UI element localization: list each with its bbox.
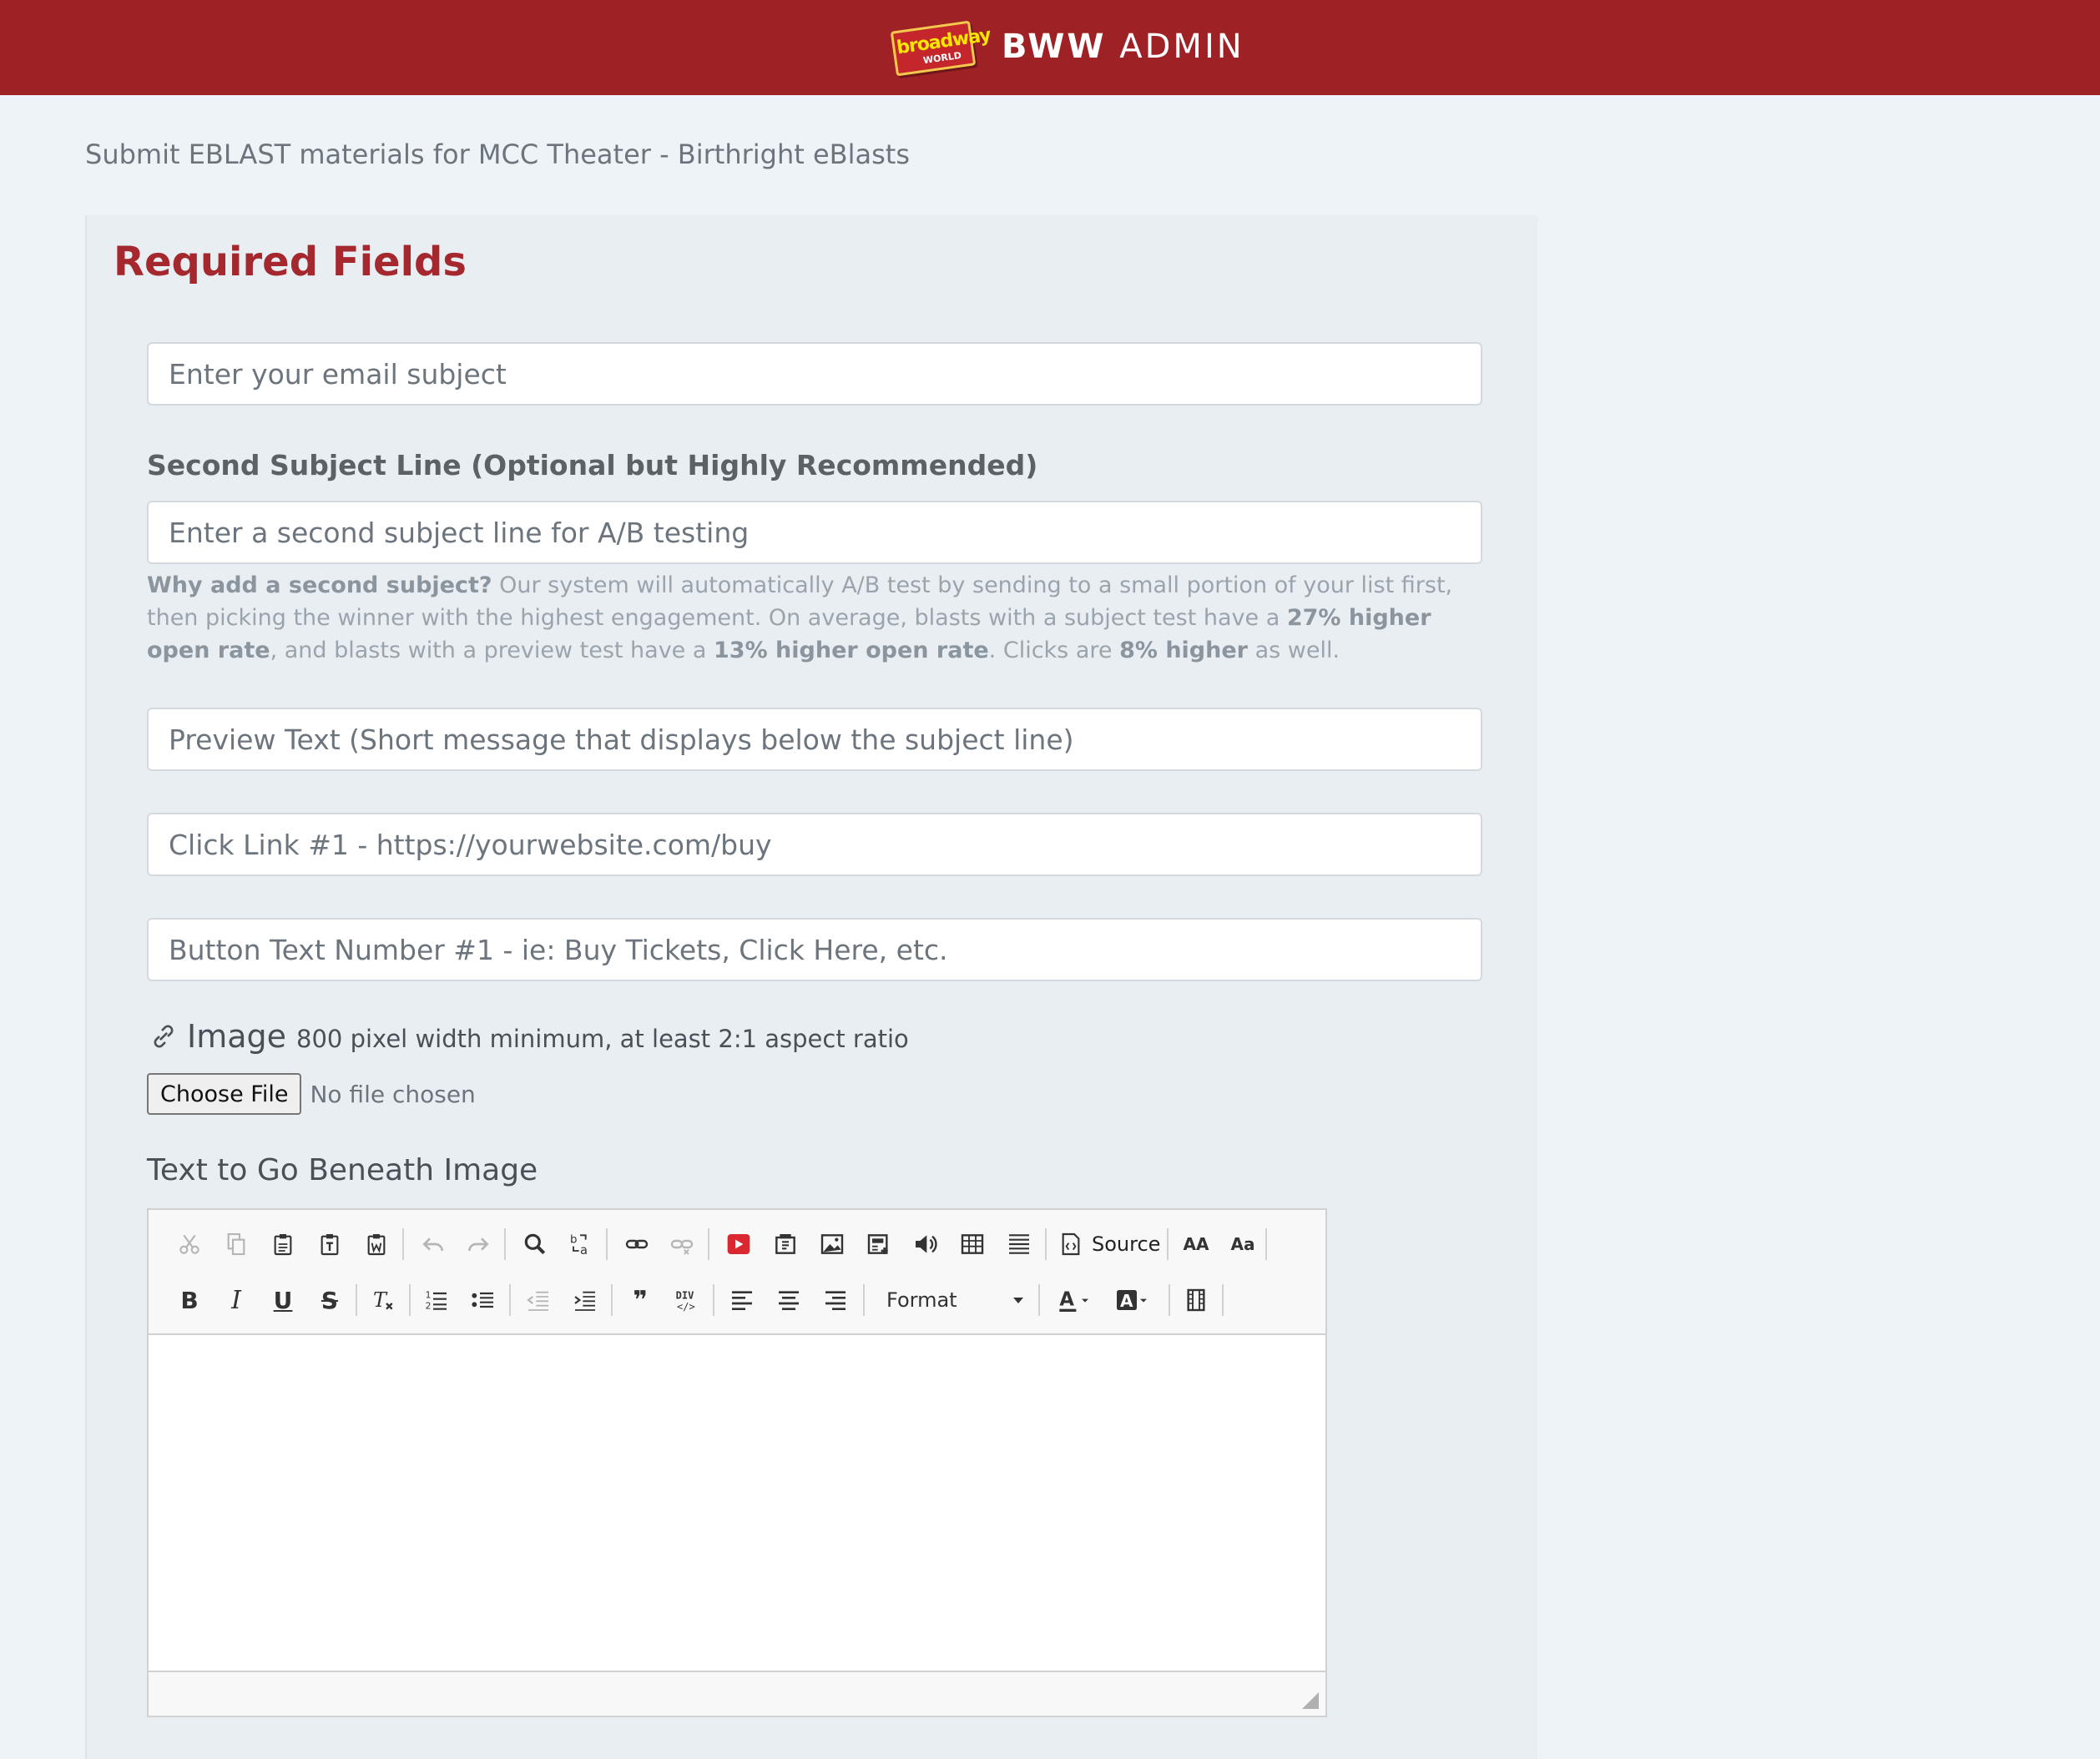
editor-content-area[interactable] (149, 1335, 1325, 1671)
outdent-icon[interactable] (519, 1281, 558, 1319)
capitalize-icon[interactable]: Aa (1224, 1225, 1262, 1263)
chevron-down-icon (1013, 1297, 1023, 1303)
format-dropdown[interactable]: Format (876, 1281, 1032, 1319)
div-container-icon[interactable]: DIV </> (668, 1281, 706, 1319)
video-icon[interactable] (1177, 1281, 1215, 1319)
table-icon[interactable] (953, 1225, 992, 1263)
brand-title-light: ADMIN (1119, 28, 1244, 66)
svg-text:DIV: DIV (676, 1290, 694, 1302)
background-color-icon[interactable]: A (1107, 1281, 1160, 1319)
editor-toolbar: ba Source AA Aa B I U S T 1 2 ❞ DIV </> … (149, 1210, 1325, 1335)
source-button-label[interactable]: Source (1092, 1225, 1160, 1263)
youtube-icon[interactable] (719, 1225, 758, 1263)
preview-text-input[interactable] (147, 708, 1482, 771)
image-label: Image (187, 1018, 287, 1055)
redo-icon[interactable] (459, 1225, 497, 1263)
broadwayworld-logo: broadway WORLD (888, 20, 992, 77)
svg-text:A: A (1059, 1289, 1074, 1311)
editor-footer (149, 1671, 1325, 1716)
page-title: Submit EBLAST materials for MCC Theater … (85, 139, 911, 170)
undo-icon[interactable] (414, 1225, 452, 1263)
top-bar: broadway WORLD BWW ADMIN (0, 0, 2100, 95)
svg-text:1: 1 (426, 1289, 432, 1300)
remove-format-icon[interactable]: T (364, 1281, 402, 1319)
section-title: Required Fields (114, 239, 467, 285)
uppercase-icon[interactable]: AA (1177, 1225, 1215, 1263)
link-icon[interactable] (618, 1225, 656, 1263)
image-label-row: Image 800 pixel width minimum, at least … (147, 1018, 909, 1055)
svg-text:b: b (570, 1234, 577, 1247)
brand-title: BWW ADMIN (1002, 28, 1244, 66)
indent-icon[interactable] (566, 1281, 604, 1319)
align-right-icon[interactable] (816, 1281, 855, 1319)
rich-text-editor: ba Source AA Aa B I U S T 1 2 ❞ DIV </> … (147, 1208, 1327, 1717)
format-dropdown-label: Format (886, 1288, 957, 1312)
second-subject-input[interactable] (147, 501, 1482, 564)
find-icon[interactable] (516, 1225, 554, 1263)
bulleted-list-icon[interactable] (464, 1281, 502, 1319)
text-color-icon[interactable]: A (1048, 1281, 1102, 1319)
choose-file-button[interactable]: Choose File (147, 1073, 302, 1115)
copy-icon[interactable] (217, 1225, 255, 1263)
svg-text:a: a (580, 1243, 588, 1258)
unlink-icon[interactable] (663, 1225, 701, 1263)
resize-handle-icon[interactable] (1302, 1692, 1319, 1709)
text-beneath-image-label: Text to Go Beneath Image (147, 1153, 538, 1187)
brand[interactable]: broadway WORLD BWW ADMIN (888, 13, 1244, 80)
align-left-icon[interactable] (723, 1281, 761, 1319)
button-text-input[interactable] (147, 918, 1482, 981)
cut-icon[interactable] (170, 1225, 209, 1263)
second-subject-label: Second Subject Line (Optional but Highly… (147, 449, 1038, 481)
svg-text:</>: </> (677, 1301, 695, 1313)
svg-text:A: A (1120, 1291, 1133, 1311)
align-center-icon[interactable] (770, 1281, 808, 1319)
file-picker: Choose File No file chosen (147, 1073, 476, 1115)
image-hint: 800 pixel width minimum, at least 2:1 as… (296, 1025, 909, 1053)
paste-word-icon[interactable] (357, 1225, 396, 1263)
form-panel: Required Fields Second Subject Line (Opt… (85, 215, 1537, 1759)
blockquote-icon[interactable]: ❞ (621, 1281, 659, 1319)
underline-icon[interactable]: U (264, 1281, 302, 1319)
image-icon[interactable] (813, 1225, 851, 1263)
bold-icon[interactable]: B (170, 1281, 209, 1319)
horizontal-rule-icon[interactable] (1000, 1225, 1038, 1263)
svg-text:2: 2 (426, 1301, 432, 1312)
click-link-input[interactable] (147, 813, 1482, 876)
template-icon[interactable] (860, 1225, 898, 1263)
second-subject-help: Why add a second subject? Our system wil… (147, 572, 1453, 663)
strikethrough-icon[interactable]: S (310, 1281, 349, 1319)
paste-icon[interactable] (264, 1225, 302, 1263)
source-icon[interactable] (1052, 1225, 1090, 1263)
email-subject-input[interactable] (147, 342, 1482, 406)
flash-icon[interactable] (766, 1225, 805, 1263)
link-icon (154, 1025, 174, 1048)
numbered-list-icon[interactable]: 12 (417, 1281, 456, 1319)
audio-icon[interactable] (906, 1225, 945, 1263)
replace-icon[interactable]: ba (561, 1225, 599, 1263)
no-file-status: No file chosen (310, 1080, 476, 1108)
brand-title-bold: BWW (1002, 28, 1107, 66)
paste-text-icon[interactable] (310, 1225, 349, 1263)
italic-icon[interactable]: I (217, 1281, 255, 1319)
